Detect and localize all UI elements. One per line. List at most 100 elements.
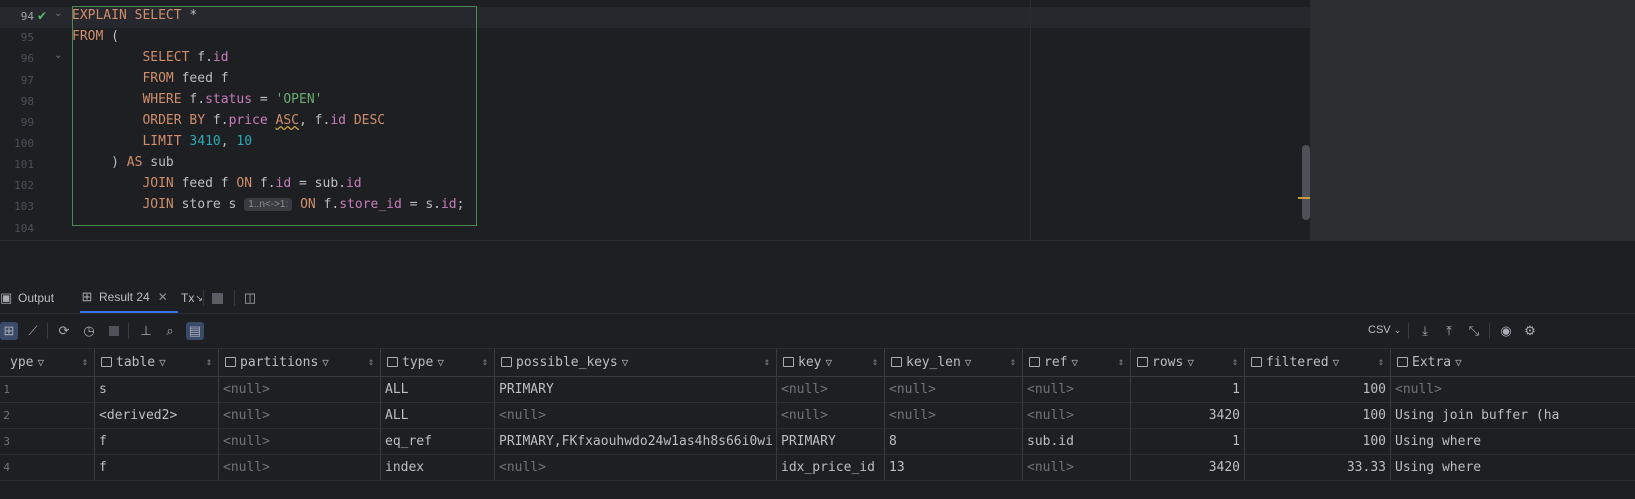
table-cell[interactable]: <null>: [495, 403, 777, 429]
line-number: 97: [20, 74, 34, 87]
table-cell[interactable]: <null>: [777, 403, 885, 429]
table-cell[interactable]: 1: [1131, 377, 1245, 403]
table-cell[interactable]: 100: [1245, 403, 1391, 429]
table-cell[interactable]: <null>: [885, 377, 1023, 403]
table-cell[interactable]: PRIMARY: [495, 377, 777, 403]
table-cell[interactable]: 3420: [1131, 455, 1245, 481]
tab-result-label: Result 24: [99, 290, 150, 304]
table-cell[interactable]: [0, 403, 95, 429]
table-cell[interactable]: 33.33: [1245, 455, 1391, 481]
divider: [1489, 323, 1490, 339]
table-cell[interactable]: <null>: [1023, 377, 1131, 403]
stop-button[interactable]: [212, 283, 223, 313]
column-header-filtered[interactable]: filtered ▽ ⇕: [1245, 349, 1391, 377]
table-cell[interactable]: s: [95, 377, 219, 403]
table-cell[interactable]: <null>: [219, 455, 381, 481]
table-view-button[interactable]: ⊞: [0, 322, 18, 340]
upload-button[interactable]: ⤒: [1440, 322, 1458, 340]
table-cell[interactable]: <null>: [1023, 403, 1131, 429]
table-cell[interactable]: ALL: [381, 377, 495, 403]
view-button[interactable]: ◉: [1497, 322, 1515, 340]
column-header-partitions[interactable]: partitions ▽ ⇕: [219, 349, 381, 377]
transpose-button[interactable]: ⤡: [1465, 322, 1483, 340]
table-cell[interactable]: sub.id: [1023, 429, 1131, 455]
chart-view-button[interactable]: ⟋: [24, 322, 42, 340]
table-cell[interactable]: 13: [885, 455, 1023, 481]
line-number: 100: [14, 137, 34, 150]
table-cell[interactable]: <null>: [777, 377, 885, 403]
close-icon[interactable]: ✕: [158, 290, 168, 304]
table-cell[interactable]: PRIMARY,FKfxaouhwdo24w1as4h8s66i0wi: [495, 429, 777, 455]
table-cell[interactable]: Using where: [1391, 455, 1635, 481]
table-cell[interactable]: ALL: [381, 403, 495, 429]
line-number: 103: [14, 200, 34, 213]
table-cell[interactable]: f: [95, 429, 219, 455]
fold-chevron-icon[interactable]: ⌄: [54, 8, 62, 19]
column-header-type[interactable]: type ▽ ⇕: [381, 349, 495, 377]
table-cell[interactable]: 100: [1245, 429, 1391, 455]
history-button[interactable]: ◷: [80, 322, 98, 340]
transpose-icon: ⤡: [1468, 323, 1480, 338]
line-number: 96: [20, 52, 34, 65]
column-header-key[interactable]: key ▽ ⇕: [777, 349, 885, 377]
table-cell[interactable]: <null>: [219, 403, 381, 429]
table-cell[interactable]: Using where: [1391, 429, 1635, 455]
column-header-select-type[interactable]: ype ▽ ⇕: [0, 349, 95, 377]
view-settings-button[interactable]: ▤: [186, 322, 204, 340]
fold-chevron-icon[interactable]: ⌄: [54, 50, 62, 61]
table-cell[interactable]: 8: [885, 429, 1023, 455]
statement-selection-box: [72, 6, 477, 226]
table-cell[interactable]: [0, 377, 95, 403]
table-cell[interactable]: eq_ref: [381, 429, 495, 455]
table-cell[interactable]: idx_price_id: [777, 455, 885, 481]
table-cell[interactable]: PRIMARY: [777, 429, 885, 455]
table-cell[interactable]: index: [381, 455, 495, 481]
table-cell[interactable]: [0, 455, 95, 481]
table-icon: ⊞: [3, 323, 15, 338]
column-header-extra[interactable]: Extra ▽: [1391, 349, 1635, 377]
column-header-table[interactable]: table ▽ ⇕: [95, 349, 219, 377]
tab-output[interactable]: ▣ Output: [0, 283, 54, 313]
chevron-down-icon: ⌄: [1393, 325, 1402, 335]
table-cell[interactable]: 100: [1245, 377, 1391, 403]
table-cell[interactable]: <null>: [219, 377, 381, 403]
settings-button[interactable]: ⚙: [1521, 322, 1539, 340]
cancel-button[interactable]: [105, 322, 123, 340]
search-button[interactable]: ⌕: [161, 322, 179, 340]
download-icon: ⤓: [1422, 323, 1428, 338]
column-header-key-len[interactable]: key_len ▽ ⇕: [885, 349, 1023, 377]
table-cell[interactable]: 3420: [1131, 403, 1245, 429]
table-cell[interactable]: f: [95, 455, 219, 481]
tab-tx[interactable]: Tx ↘: [181, 283, 203, 313]
sql-editor[interactable]: 94 ✔ ⌄ 95 96 ⌄ 97 98 99 100 101 102 103 …: [0, 0, 1635, 240]
column-header-ref[interactable]: ref ▽ ⇕: [1023, 349, 1131, 377]
line-number: 104: [14, 222, 34, 235]
results-grid[interactable]: ype ▽ ⇕ table ▽ ⇕ partitions ▽ ⇕ type ▽ ⇕ possib…: [0, 349, 1635, 499]
layout-button[interactable]: ◫: [243, 283, 257, 313]
column-header-possible-keys[interactable]: possible_keys ▽ ⇕: [495, 349, 777, 377]
table-cell[interactable]: <null>: [885, 403, 1023, 429]
pin-button[interactable]: ⊥: [137, 322, 155, 340]
table-cell[interactable]: <null>: [1391, 377, 1635, 403]
export-format-select[interactable]: CSV ⌄: [1368, 324, 1401, 336]
clock-icon: ◷: [83, 323, 95, 338]
editor-scrollbar[interactable]: [1302, 145, 1310, 220]
download-button[interactable]: ⤓: [1416, 322, 1434, 340]
line-gutter: 94 ✔ ⌄ 95 96 ⌄ 97 98 99 100 101 102 103 …: [0, 0, 70, 240]
panel-icon: ▤: [188, 323, 202, 338]
splitter[interactable]: [0, 240, 1635, 283]
table-cell[interactable]: <null>: [219, 429, 381, 455]
table-cell[interactable]: <null>: [495, 455, 777, 481]
layout-icon: ◫: [243, 290, 257, 305]
tab-result[interactable]: ⊞ Result 24 ✕: [80, 283, 178, 313]
table-cell[interactable]: 1: [1131, 429, 1245, 455]
table-cell[interactable]: [0, 429, 95, 455]
column-header-rows[interactable]: rows ▽ ⇕: [1131, 349, 1245, 377]
right-margin-guide: [1030, 0, 1031, 240]
table-cell[interactable]: Using join buffer (ha: [1391, 403, 1635, 429]
refresh-button[interactable]: ⟳: [55, 322, 73, 340]
gear-icon: ⚙: [1524, 323, 1536, 338]
table-cell[interactable]: <null>: [1023, 455, 1131, 481]
divider: [203, 290, 204, 306]
table-cell[interactable]: <derived2>: [95, 403, 219, 429]
